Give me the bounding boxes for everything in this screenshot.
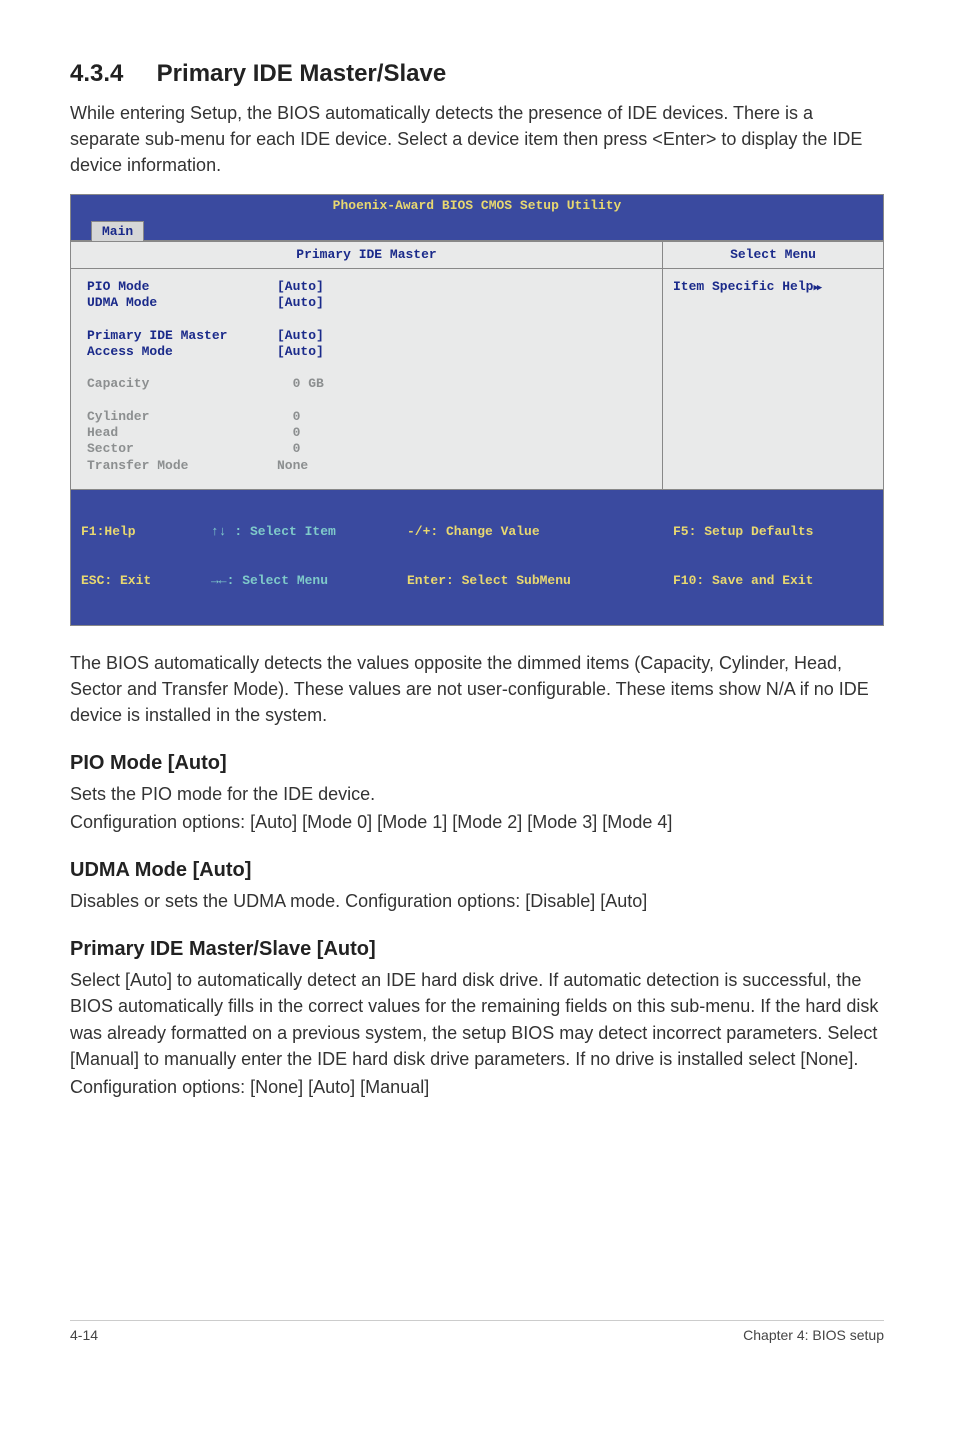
bios-label-head: Head: [87, 425, 277, 441]
post-bios-paragraph: The BIOS automatically detects the value…: [70, 650, 884, 728]
bios-panel-title-left: Primary IDE Master: [71, 241, 663, 269]
udma-heading: UDMA Mode [Auto]: [70, 859, 884, 882]
pim-heading: Primary IDE Master/Slave [Auto]: [70, 938, 884, 961]
bios-row-blank1: [87, 311, 646, 327]
bios-footer-setup-defaults: F5: Setup Defaults: [673, 524, 873, 540]
bios-row-blank2: [87, 360, 646, 376]
bios-row-sector: Sector 0: [87, 441, 646, 457]
chapter-label: Chapter 4: BIOS setup: [743, 1327, 884, 1343]
bios-label-pim: Primary IDE Master: [87, 328, 277, 344]
bios-label-pio: PIO Mode: [87, 279, 277, 295]
bios-row-cylinder: Cylinder 0: [87, 409, 646, 425]
bios-row-transfer: Transfer Mode None: [87, 458, 646, 474]
page-number: 4-14: [70, 1327, 98, 1343]
bios-footer-change-value: -/+: Change Value: [407, 524, 673, 540]
pio-heading: PIO Mode [Auto]: [70, 752, 884, 775]
bios-help-text: Item Specific Help▶▶: [673, 279, 873, 295]
bios-row-capacity: Capacity 0 GB: [87, 376, 646, 392]
bios-help-label: Item Specific Help: [673, 279, 813, 294]
bios-value-head: 0: [277, 425, 300, 441]
bios-value-cylinder: 0: [277, 409, 300, 425]
bios-row-pim[interactable]: Primary IDE Master [Auto]: [87, 328, 646, 344]
bios-title: Phoenix-Award BIOS CMOS Setup Utility: [71, 195, 883, 217]
bios-tab-main[interactable]: Main: [91, 221, 144, 241]
bios-value-transfer: None: [277, 458, 308, 474]
bios-row-udma[interactable]: UDMA Mode [Auto]: [87, 295, 646, 311]
bios-label-capacity: Capacity: [87, 376, 277, 392]
bios-label-sector: Sector: [87, 441, 277, 457]
bios-footer-select-menu: →←: Select Menu: [211, 573, 407, 589]
bios-label-cylinder: Cylinder: [87, 409, 277, 425]
bios-value-sector: 0: [277, 441, 300, 457]
bios-header-row: Primary IDE Master Select Menu: [71, 240, 883, 269]
bios-row-blank3: [87, 393, 646, 409]
bios-footer-col1: F1:Help ESC: Exit: [81, 492, 211, 622]
double-arrow-icon: ▶▶: [813, 283, 820, 293]
section-number: 4.3.4: [70, 60, 150, 88]
bios-label-access: Access Mode: [87, 344, 277, 360]
bios-row-pio[interactable]: PIO Mode [Auto]: [87, 279, 646, 295]
bios-footer-select-item: ↑↓ : Select Item: [211, 524, 407, 540]
bios-value-capacity: 0 GB: [277, 376, 324, 392]
section-title: Primary IDE Master/Slave: [157, 60, 447, 87]
pim-line2: Configuration options: [None] [Auto] [Ma…: [70, 1074, 884, 1100]
section-heading: 4.3.4 Primary IDE Master/Slave: [70, 60, 884, 88]
bios-footer-col4: F5: Setup Defaults F10: Save and Exit: [673, 492, 873, 622]
bios-footer-esc: ESC: Exit: [81, 573, 211, 589]
bios-row-access[interactable]: Access Mode [Auto]: [87, 344, 646, 360]
bios-body-left: PIO Mode [Auto] UDMA Mode [Auto] Primary…: [71, 269, 663, 489]
page-footer: 4-14 Chapter 4: BIOS setup: [70, 1320, 884, 1343]
bios-body-right: Item Specific Help▶▶: [663, 269, 883, 489]
intro-paragraph: While entering Setup, the BIOS automatic…: [70, 100, 884, 178]
bios-footer-select-sub: Enter: Select SubMenu: [407, 573, 673, 589]
bios-body: PIO Mode [Auto] UDMA Mode [Auto] Primary…: [71, 269, 883, 489]
bios-row-head: Head 0: [87, 425, 646, 441]
bios-footer: F1:Help ESC: Exit ↑↓ : Select Item →←: S…: [71, 489, 883, 625]
bios-panel-title-right: Select Menu: [663, 241, 883, 269]
pio-line1: Sets the PIO mode for the IDE device.: [70, 781, 884, 807]
bios-label-udma: UDMA Mode: [87, 295, 277, 311]
udma-line1: Disables or sets the UDMA mode. Configur…: [70, 888, 884, 914]
bios-value-pio: [Auto]: [277, 279, 324, 295]
bios-footer-save-exit: F10: Save and Exit: [673, 573, 873, 589]
pim-line1: Select [Auto] to automatically detect an…: [70, 967, 884, 1071]
bios-tab-bar: Main: [71, 218, 883, 240]
bios-footer-f1: F1:Help: [81, 524, 211, 540]
bios-value-udma: [Auto]: [277, 295, 324, 311]
pio-line2: Configuration options: [Auto] [Mode 0] […: [70, 809, 884, 835]
bios-footer-col3: -/+: Change Value Enter: Select SubMenu: [407, 492, 673, 622]
bios-screenshot: Phoenix-Award BIOS CMOS Setup Utility Ma…: [70, 194, 884, 626]
bios-label-transfer: Transfer Mode: [87, 458, 277, 474]
bios-footer-col2: ↑↓ : Select Item →←: Select Menu: [211, 492, 407, 622]
bios-value-access: [Auto]: [277, 344, 324, 360]
bios-value-pim: [Auto]: [277, 328, 324, 344]
